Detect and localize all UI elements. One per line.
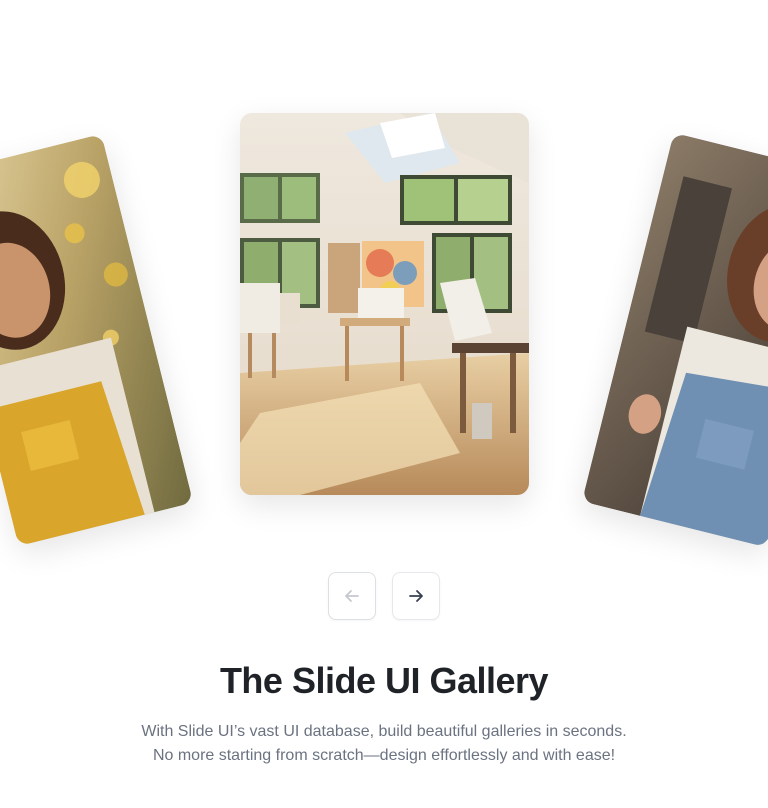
subtitle-line-1: With Slide UI’s vast UI database, build … — [141, 723, 627, 740]
portrait-yellow-overalls-image — [0, 133, 194, 547]
slide-left[interactable] — [0, 133, 194, 547]
slide-right[interactable] — [581, 132, 768, 548]
portrait-denim-overalls-image — [581, 132, 768, 548]
gallery-stage: The Slide UI Gallery With Slide UI’s vas… — [0, 0, 768, 808]
subtitle-line-2: No more starting from scratch—design eff… — [152, 747, 616, 764]
art-studio-image — [240, 113, 529, 495]
slide-center[interactable] — [240, 113, 529, 495]
gallery-subtitle: With Slide UI’s vast UI database, build … — [0, 720, 768, 768]
arrow-left-icon — [345, 590, 359, 602]
carousel-nav — [328, 572, 440, 620]
next-slide-button[interactable] — [392, 572, 440, 620]
arrow-right-icon — [409, 590, 423, 602]
previous-slide-button[interactable] — [328, 572, 376, 620]
gallery-title: The Slide UI Gallery — [219, 660, 549, 701]
